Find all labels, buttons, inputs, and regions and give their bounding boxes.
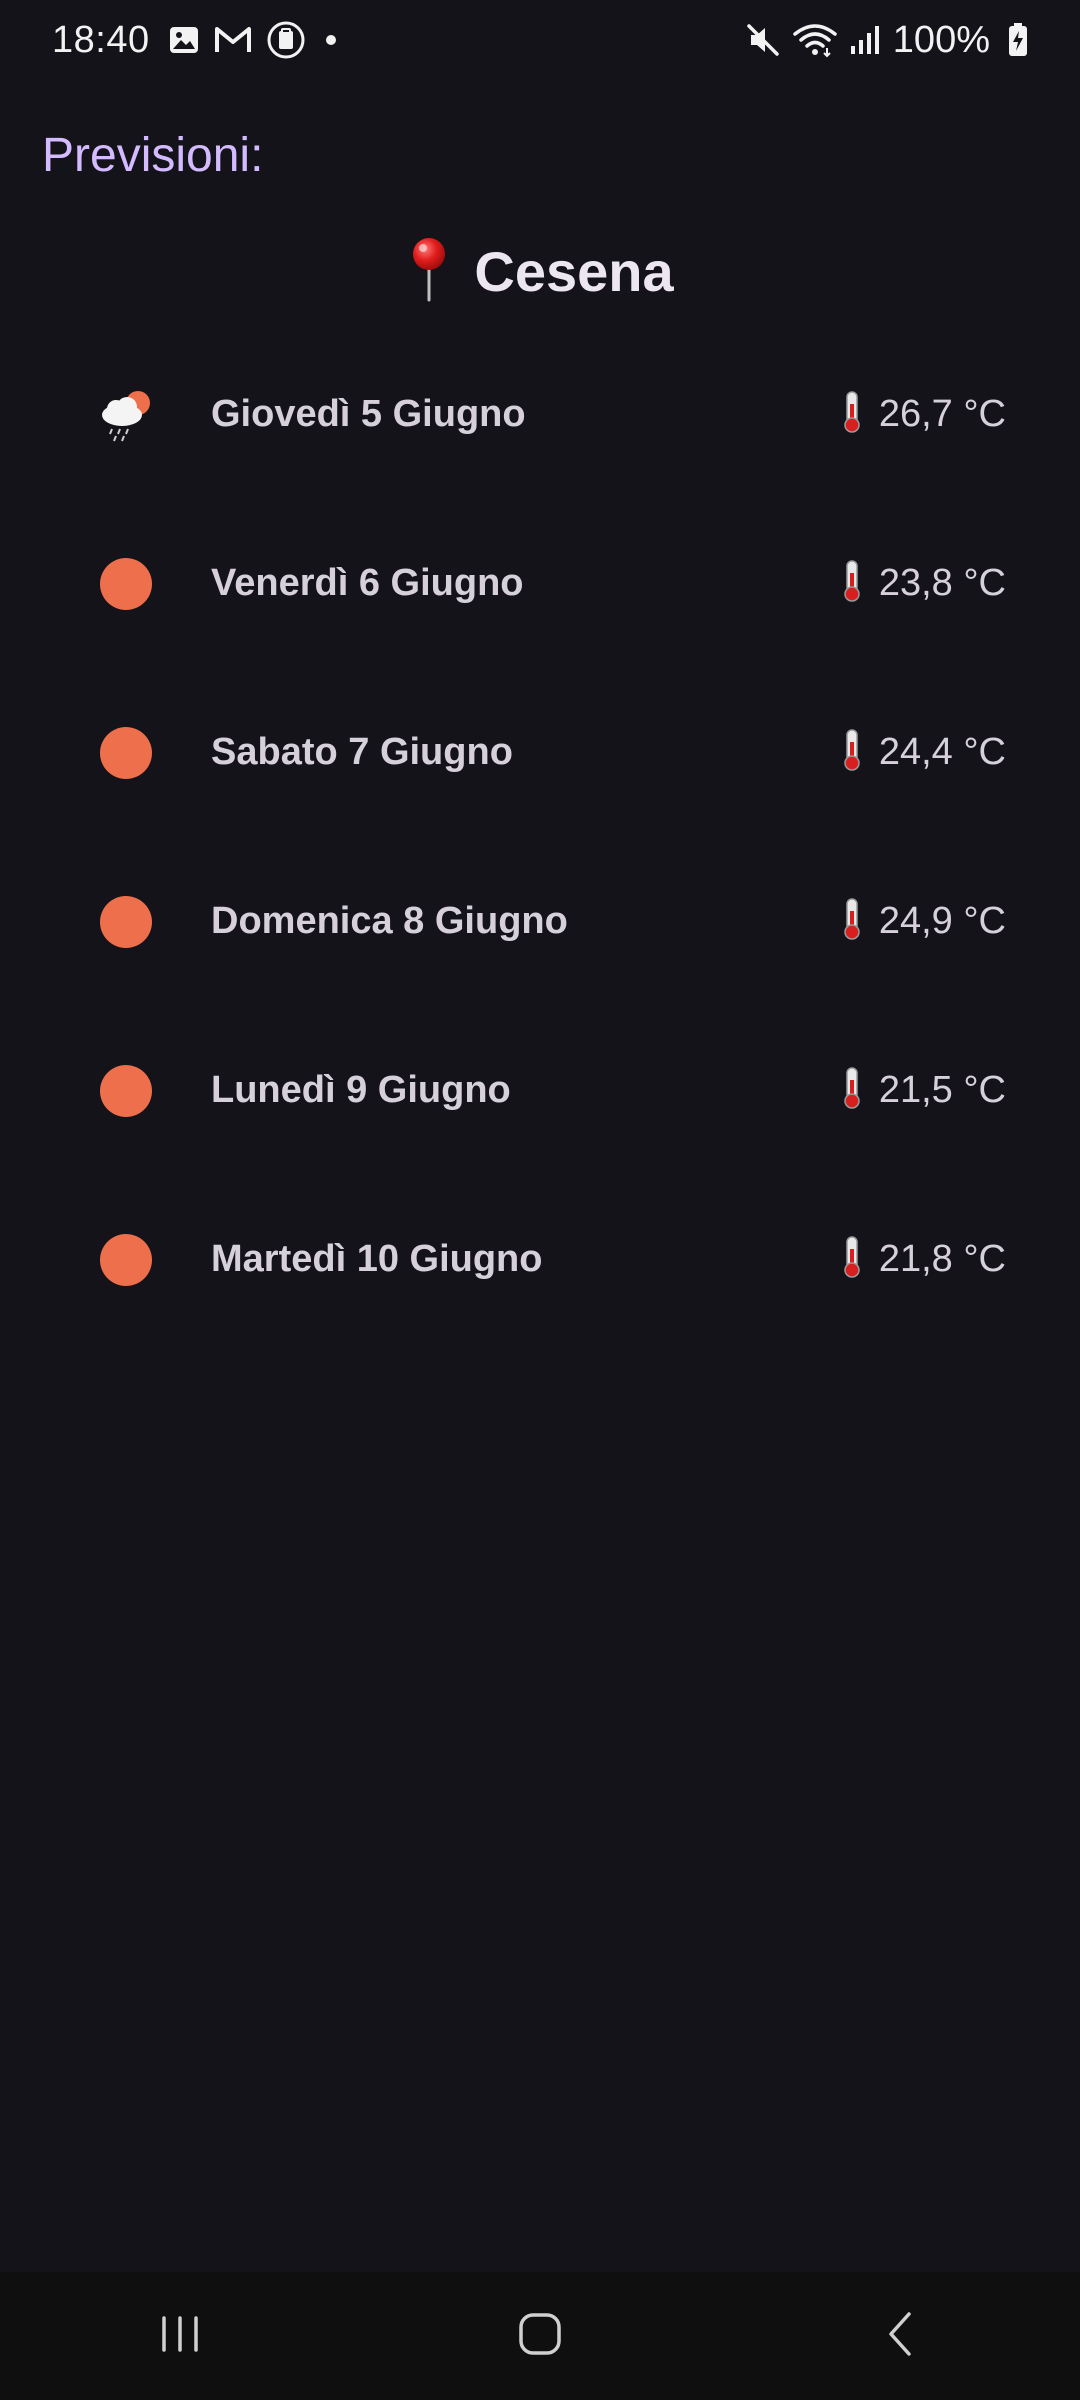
temperature-value: 24,9 °C xyxy=(878,900,1006,942)
forecast-list: Giovedì 5 Giugno 26,7 °C Venerdì 6 Giugn… xyxy=(0,370,1080,1344)
status-left: 18:40 xyxy=(52,19,336,62)
status-bar: 18:40 100% xyxy=(0,0,1080,80)
page-title: Previsioni: xyxy=(42,129,264,182)
location-header: Cesena xyxy=(0,236,1080,307)
mute-icon xyxy=(745,22,781,58)
thermometer-icon xyxy=(841,728,863,777)
day-label: Giovedì 5 Giugno xyxy=(211,393,526,435)
status-right: 100% xyxy=(733,19,1028,62)
temperature-value: 24,4 °C xyxy=(878,731,1006,773)
temperature: 26,7 °C xyxy=(841,390,1006,439)
day-label: Lunedì 9 Giugno xyxy=(211,1069,511,1111)
home-button[interactable] xyxy=(450,2286,630,2386)
day-label: Sabato 7 Giugno xyxy=(211,731,513,773)
battery-charging-icon xyxy=(1008,23,1028,57)
pin-icon xyxy=(406,236,452,307)
sun-icon xyxy=(96,723,156,783)
day-label: Martedì 10 Giugno xyxy=(211,1238,543,1280)
sun-icon xyxy=(96,1230,156,1290)
day-label: Venerdì 6 Giugno xyxy=(211,562,524,604)
navigation-bar xyxy=(0,2272,1080,2400)
thermometer-icon xyxy=(841,559,863,608)
temperature: 21,5 °C xyxy=(841,1066,1006,1115)
thermometer-icon xyxy=(841,897,863,946)
temperature: 24,4 °C xyxy=(841,728,1006,777)
status-time: 18:40 xyxy=(52,18,150,61)
back-button[interactable] xyxy=(810,2286,990,2386)
thermometer-icon xyxy=(841,1066,863,1115)
signal-icon xyxy=(849,24,881,56)
cloud-rain-sun-icon xyxy=(96,385,156,445)
thermometer-icon xyxy=(841,390,863,439)
clipboard-icon xyxy=(266,20,306,60)
wifi-icon xyxy=(793,22,837,58)
sun-icon xyxy=(96,1061,156,1121)
back-icon xyxy=(885,2310,915,2363)
forecast-row: Venerdì 6 Giugno 23,8 °C xyxy=(0,499,1080,668)
home-icon xyxy=(518,2312,562,2361)
temperature-value: 26,7 °C xyxy=(878,393,1006,435)
temperature-value: 21,8 °C xyxy=(878,1238,1006,1280)
battery-percentage: 100% xyxy=(892,18,990,61)
day-label: Domenica 8 Giugno xyxy=(211,900,568,942)
forecast-row: Martedì 10 Giugno 21,8 °C xyxy=(0,1175,1080,1344)
temperature-value: 23,8 °C xyxy=(878,562,1006,604)
sun-icon xyxy=(96,554,156,614)
recents-button[interactable] xyxy=(90,2286,270,2386)
recents-icon xyxy=(158,2314,202,2359)
thermometer-icon xyxy=(841,1235,863,1284)
temperature: 21,8 °C xyxy=(841,1235,1006,1284)
temperature: 23,8 °C xyxy=(841,559,1006,608)
location-name: Cesena xyxy=(474,240,674,303)
forecast-row: Giovedì 5 Giugno 26,7 °C xyxy=(0,330,1080,499)
sun-icon xyxy=(96,892,156,952)
gmail-icon xyxy=(214,24,252,56)
notification-dot xyxy=(325,35,336,45)
forecast-row: Domenica 8 Giugno 24,9 °C xyxy=(0,837,1080,1006)
forecast-row: Sabato 7 Giugno 24,4 °C xyxy=(0,668,1080,837)
gallery-icon xyxy=(168,24,200,56)
temperature: 24,9 °C xyxy=(841,897,1006,946)
forecast-row: Lunedì 9 Giugno 21,5 °C xyxy=(0,1006,1080,1175)
temperature-value: 21,5 °C xyxy=(878,1069,1006,1111)
